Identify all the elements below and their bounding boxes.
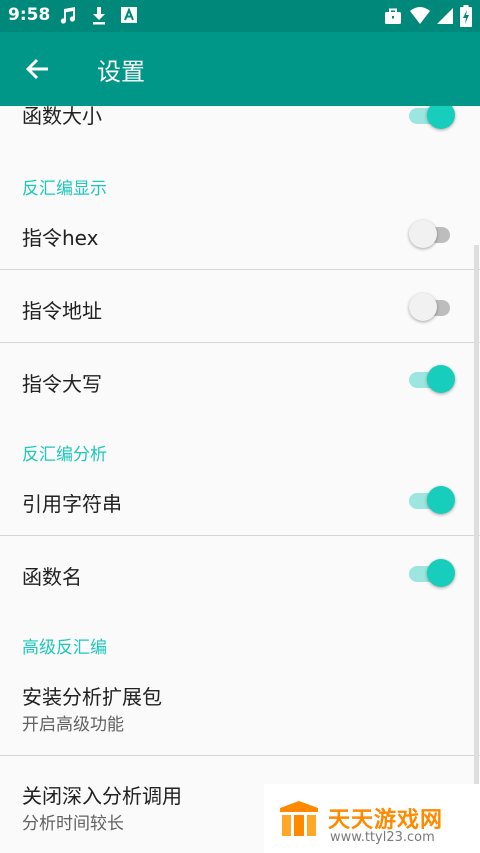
section-header-disasm-analysis: 反汇编分析 (22, 445, 107, 465)
function-name-switch[interactable] (409, 559, 455, 587)
setting-label: 引用字符串 (22, 492, 122, 516)
setting-label: 指令大写 (22, 372, 102, 396)
setting-label: 关闭深入分析调用 (22, 784, 182, 808)
setting-label: 函数名 (22, 565, 82, 589)
switch-thumb (409, 293, 437, 321)
arrow-back-icon[interactable] (24, 55, 52, 83)
watermark-url: www.ttyl23.com (330, 830, 435, 845)
divider (0, 342, 480, 343)
referenced-strings-switch[interactable] (409, 486, 455, 514)
battery-charging-icon (460, 5, 472, 27)
app-toolbar: 设置 (0, 32, 480, 106)
setting-label: 函数大小 (22, 106, 102, 128)
switch-thumb (427, 559, 455, 587)
switch-thumb (427, 106, 455, 129)
setting-label: 指令地址 (22, 299, 102, 323)
section-header-disasm-display: 反汇编显示 (22, 179, 107, 199)
a-letter-icon (121, 7, 137, 23)
settings-list[interactable]: 函数大小 反汇编显示 指令hex 指令地址 指令大写 反汇编分析 引用字符串 函… (0, 106, 480, 853)
scrollbar[interactable] (474, 245, 479, 845)
setting-label: 指令hex (22, 226, 99, 250)
status-time: 9:58 (8, 5, 51, 25)
switch-thumb (427, 365, 455, 393)
instruction-address-switch[interactable] (409, 293, 455, 321)
divider (0, 269, 480, 270)
divider (0, 755, 480, 756)
divider (0, 535, 480, 536)
watermark-logo-icon (280, 801, 318, 836)
instruction-uppercase-switch[interactable] (409, 365, 455, 393)
instruction-hex-switch[interactable] (409, 220, 455, 248)
switch-thumb (409, 220, 437, 248)
music-note-icon (60, 7, 76, 24)
setting-summary: 开启高级功能 (22, 715, 124, 735)
setting-label: 安装分析扩展包 (22, 685, 162, 709)
page-title: 设置 (97, 58, 145, 86)
briefcase-icon (385, 8, 401, 24)
function-size-switch[interactable] (409, 106, 455, 129)
signal-icon (437, 8, 453, 24)
wifi-icon (410, 7, 430, 24)
switch-thumb (427, 486, 455, 514)
watermark: 天天游戏网 www.ttyl23.com (264, 784, 480, 853)
setting-summary: 分析时间较长 (22, 814, 124, 834)
status-bar: 9:58 (0, 0, 480, 32)
section-header-advanced-disasm: 高级反汇编 (22, 638, 107, 658)
download-icon (93, 7, 105, 25)
